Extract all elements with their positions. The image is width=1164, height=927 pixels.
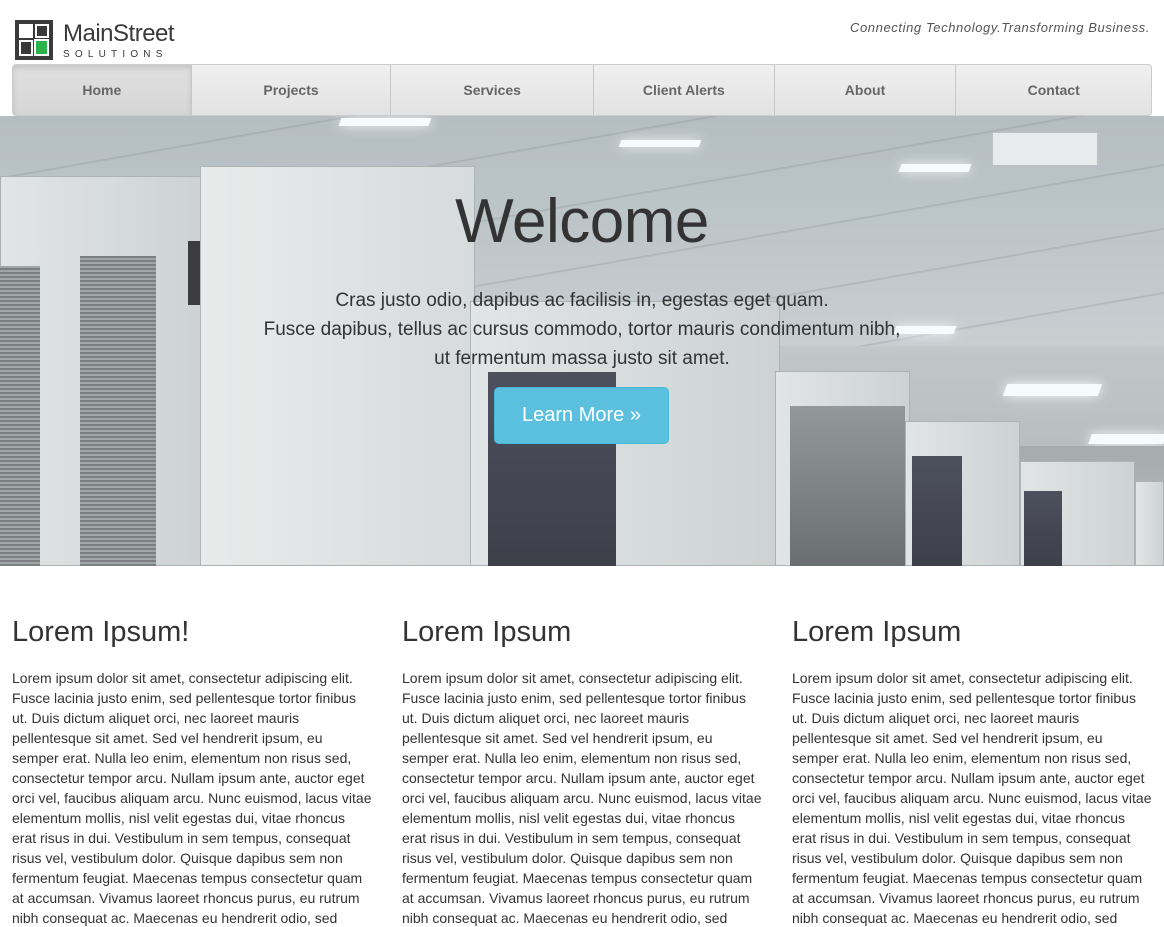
column-heading: Lorem Ipsum (792, 616, 962, 648)
logo-subtitle: SOLUTIONS (63, 49, 168, 60)
nav-client-alerts[interactable]: Client Alerts (594, 65, 775, 115)
nav-projects[interactable]: Projects (192, 65, 392, 115)
main-nav: Home Projects Services Client Alerts Abo… (12, 64, 1152, 116)
content-columns: Lorem Ipsum! Lorem ipsum dolor sit amet,… (12, 614, 1152, 927)
nav-contact[interactable]: Contact (956, 65, 1151, 115)
hero-banner: Welcome Cras justo odio, dapibus ac faci… (0, 116, 1164, 566)
site-header: MainStreet SOLUTIONS Connecting Technolo… (0, 0, 1164, 64)
hero-description: Cras justo odio, dapibus ac facilisis in… (0, 286, 1164, 373)
hero-line-3: ut fermentum massa justo sit amet. (434, 348, 730, 369)
hero-title: Welcome (455, 187, 709, 256)
content-column-3: Lorem Ipsum Lorem ipsum dolor sit amet, … (792, 614, 1152, 927)
hero-line-1: Cras justo odio, dapibus ac facilisis in… (335, 290, 829, 311)
logo-name: MainStreet (63, 20, 175, 47)
column-heading: Lorem Ipsum! (12, 616, 190, 648)
learn-more-button[interactable]: Learn More » (494, 387, 669, 444)
column-body: Lorem ipsum dolor sit amet, consectetur … (792, 670, 1152, 926)
content-column-1: Lorem Ipsum! Lorem ipsum dolor sit amet,… (12, 614, 372, 927)
column-heading: Lorem Ipsum (402, 616, 572, 648)
site-tagline: Connecting Technology.Transforming Busin… (849, 20, 1150, 35)
site-logo[interactable]: MainStreet SOLUTIONS (15, 20, 195, 62)
nav-home[interactable]: Home (13, 65, 192, 115)
logo-mark-icon (15, 20, 53, 60)
hero-line-2: Fusce dapibus, tellus ac cursus commodo,… (263, 319, 901, 340)
column-body: Lorem ipsum dolor sit amet, consectetur … (12, 670, 372, 926)
nav-services[interactable]: Services (391, 65, 594, 115)
nav-about[interactable]: About (775, 65, 957, 115)
content-column-2: Lorem Ipsum Lorem ipsum dolor sit amet, … (402, 614, 762, 927)
column-body: Lorem ipsum dolor sit amet, consectetur … (402, 670, 762, 926)
